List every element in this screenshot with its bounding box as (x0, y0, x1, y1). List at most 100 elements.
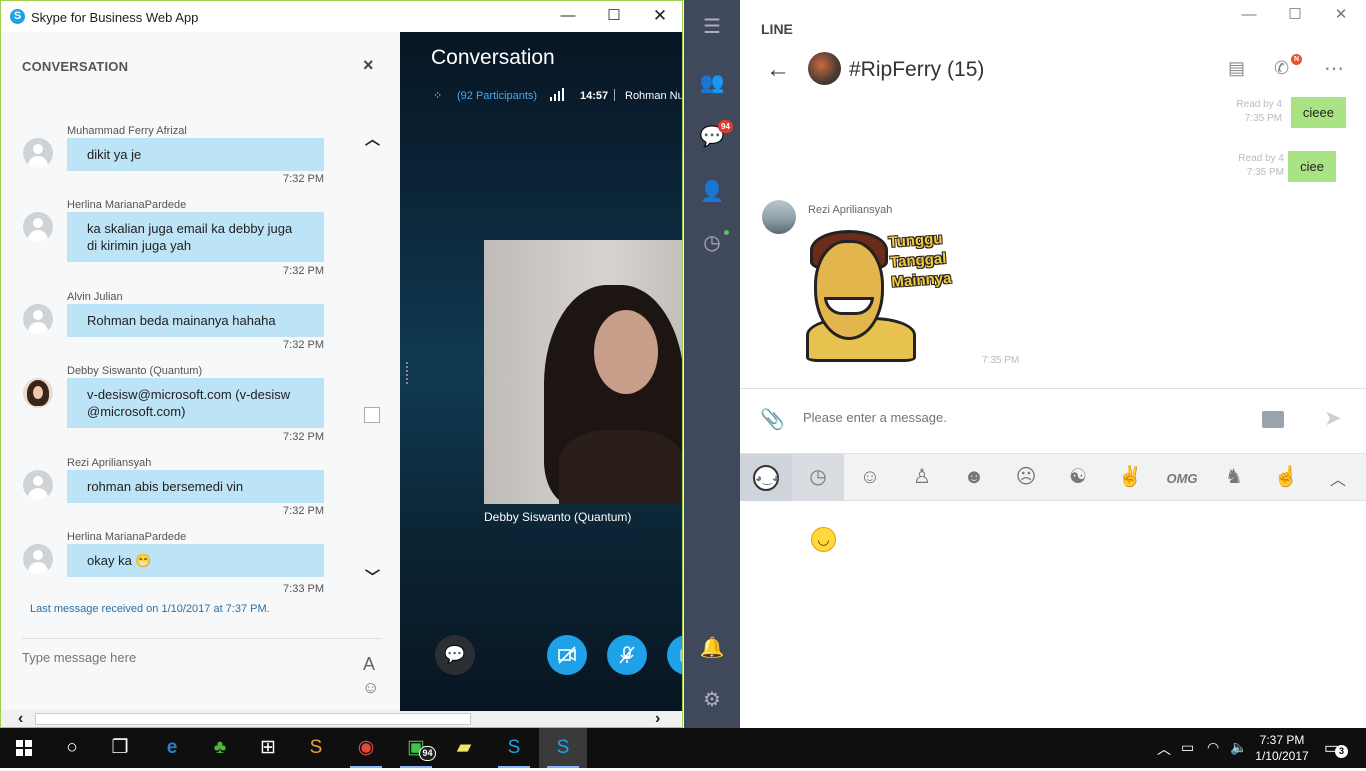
settings-gear-icon[interactable]: ⚙ (698, 686, 726, 714)
more-options-icon[interactable]: ⋯ (1324, 56, 1344, 81)
friends-icon[interactable]: 👥 (698, 69, 726, 97)
sticker-image[interactable]: Tunggu Tanggal Mainnya (806, 222, 976, 367)
unread-badge: 94 (718, 120, 733, 133)
line-close-button[interactable]: ✕ (1318, 4, 1364, 28)
divider (740, 388, 1366, 389)
sender-name: Herlina MarianaPardede (67, 531, 187, 543)
skype-business-taskbar-icon[interactable]: S (539, 728, 587, 768)
minimize-button[interactable]: — (545, 5, 591, 29)
message-bubble[interactable]: ka skalian juga email ka debby juga di k… (67, 212, 324, 262)
chrome-icon[interactable]: ◉ (342, 728, 390, 768)
show-hidden-icons-icon[interactable]: ︿ (1157, 739, 1171, 759)
clock-time: 7:37 PM (1259, 733, 1305, 747)
message-bubble[interactable]: okay ka 😁 (67, 544, 324, 577)
group-avatar[interactable] (808, 52, 841, 85)
skype-taskbar-icon[interactable]: S (490, 728, 538, 768)
font-format-icon[interactable]: A (363, 654, 375, 675)
scroll-left-icon[interactable]: ‹ (18, 710, 23, 727)
scroll-right-icon[interactable]: › (655, 710, 660, 727)
clock-date: 1/10/2017 (1255, 749, 1309, 763)
keyboard-icon[interactable] (1262, 411, 1284, 428)
attach-paperclip-icon[interactable]: 📎 (760, 407, 785, 432)
sticker-tab-omg[interactable]: OMG (1156, 454, 1208, 501)
sticker-tab-recent[interactable]: ◷ (792, 454, 844, 501)
divider (22, 638, 381, 639)
message-bubble[interactable]: dikit ya je (67, 138, 324, 171)
start-windows-icon[interactable] (0, 728, 48, 768)
sender-avatar[interactable] (762, 200, 796, 234)
maximize-button[interactable]: ☐ (591, 5, 637, 29)
wifi-icon[interactable]: ◠ (1207, 739, 1219, 756)
send-icon[interactable]: ➤ (1324, 406, 1342, 431)
sticker-tab-pack[interactable]: ☹ (1000, 454, 1052, 501)
participants-link[interactable]: (92 Participants) (457, 90, 537, 102)
participants-icon[interactable]: ⁘ (433, 89, 442, 102)
timeline-icon[interactable]: ◷ (698, 229, 726, 257)
message-bubble[interactable]: cieee (1290, 97, 1346, 128)
resize-grip-icon[interactable] (406, 362, 409, 384)
avatar[interactable] (23, 470, 53, 500)
volume-icon[interactable]: 🔈 (1230, 739, 1247, 756)
scroll-down-icon[interactable]: ﹀ (365, 566, 380, 587)
search-cortana-icon[interactable]: ○ (48, 728, 96, 768)
last-message-status: Last message received on 1/10/2017 at 7:… (30, 603, 270, 615)
share-button[interactable]: ▢ (667, 635, 682, 675)
horizontal-scrollbar[interactable]: ‹ › (1, 710, 681, 727)
line-maximize-button[interactable]: ☐ (1272, 4, 1318, 28)
task-view-icon[interactable]: ❐ (96, 728, 144, 768)
message-bubble[interactable]: Rohman beda mainanya hahaha (67, 304, 324, 337)
line-taskbar-icon[interactable]: ▣ 94 (392, 728, 440, 768)
message-input[interactable] (803, 410, 1223, 425)
close-window-button[interactable]: ✕ (637, 5, 682, 29)
message-input[interactable] (22, 650, 342, 665)
collapse-chevron-icon[interactable]: ︿ (1330, 466, 1346, 490)
emoticon-icon[interactable]: ☺ (362, 678, 379, 698)
video-off-button[interactable] (547, 635, 587, 675)
store-icon[interactable]: ⊞ (244, 728, 292, 768)
sticker-tab-pack[interactable]: ♞ (1208, 454, 1260, 501)
message-bubble[interactable]: ciee (1288, 151, 1336, 182)
line-minimize-button[interactable]: — (1226, 4, 1272, 28)
sticker-tab-pack[interactable]: ☝ (1260, 454, 1312, 501)
add-friend-icon[interactable]: 👤 (698, 178, 726, 206)
sticker-tab-bar: ◕‿◕ ◷ ☺ ♙ ☻ ☹ ☯ ✌ OMG ♞ ☝ (740, 453, 1366, 501)
message-bubble[interactable]: rohman abis bersemedi vin (67, 470, 324, 503)
message-time: 7:35 PM (1244, 113, 1282, 124)
back-arrow-icon[interactable]: ← (766, 56, 790, 84)
scroll-up-icon[interactable]: ︿ (365, 128, 380, 149)
call-icon[interactable]: ✆ (1274, 58, 1289, 79)
notifications-bell-icon[interactable]: 🔔 (698, 634, 726, 662)
avatar[interactable] (23, 138, 53, 168)
group-name[interactable]: #RipFerry (15) (849, 58, 984, 82)
chat-bubble-button[interactable]: 💬 (435, 635, 475, 675)
sticker-tab-pack[interactable]: ☯ (1052, 454, 1104, 501)
sticker-tab-emoji[interactable]: ☺ (844, 454, 896, 501)
conversation-pane: CONVERSATION × Muhammad Ferry Afrizal dik… (1, 32, 681, 727)
presenter-name: Rohman Nu (625, 90, 682, 102)
sticker-tab-pack[interactable]: ♙ (896, 454, 948, 501)
mute-button[interactable] (607, 635, 647, 675)
sublime-text-icon[interactable]: S (292, 728, 340, 768)
battery-icon[interactable]: ▭ (1181, 739, 1194, 756)
avatar[interactable] (23, 378, 53, 408)
avatar[interactable] (23, 544, 53, 574)
sticker-tab-pack[interactable]: ☻ (948, 454, 1000, 501)
participant-video (484, 240, 682, 504)
notes-icon[interactable]: ▤ (1228, 58, 1245, 79)
horizontal-scrollbar-thumb[interactable] (35, 713, 471, 725)
avatar[interactable] (23, 304, 53, 334)
close-pane-icon[interactable]: × (363, 55, 374, 76)
edge-browser-icon[interactable]: e (148, 728, 196, 768)
avatar[interactable] (23, 212, 53, 242)
sticker-caption: Tunggu Tanggal Mainnya (888, 230, 952, 291)
clover-app-icon[interactable]: ♣ (196, 728, 244, 768)
smile-emoji-icon[interactable]: ◡ (811, 527, 836, 552)
menu-icon[interactable]: ☰ (698, 13, 726, 41)
sticker-tab-pack[interactable]: ✌ (1104, 454, 1156, 501)
message-bubble[interactable]: v-desisw@microsoft.com (v-desisw @micros… (67, 378, 324, 428)
clock[interactable]: 7:37 PM 1/10/2017 (1254, 732, 1310, 764)
line-window: ☰ 👥 💬 94 👤 ◷ 🔔 ⚙ LINE — ☐ ✕ ← #RipFerry … (684, 0, 1366, 728)
sticker-tab-main[interactable]: ◕‿◕ (740, 454, 792, 501)
scrollbar-thumb[interactable] (364, 407, 380, 423)
sticky-notes-icon[interactable]: ▰ (440, 728, 488, 768)
